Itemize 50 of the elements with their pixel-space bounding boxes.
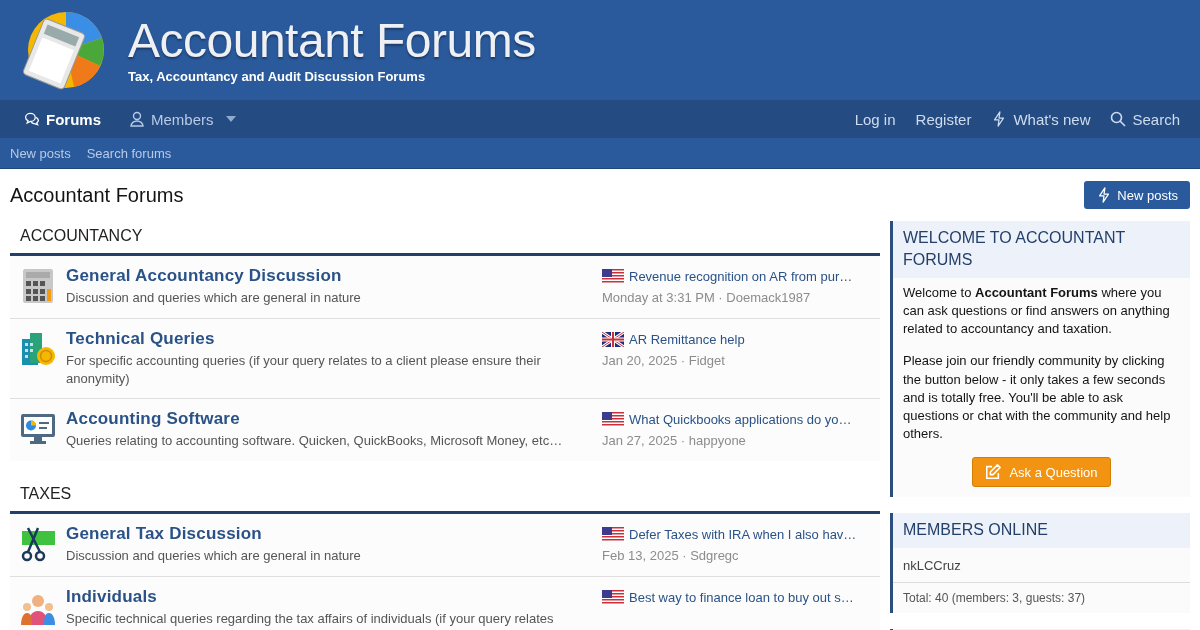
caret-icon	[225, 116, 236, 122]
search-icon	[1110, 111, 1127, 127]
latest-thread-link[interactable]: Best way to finance loan to buy out s…	[629, 590, 854, 606]
site-tagline: Tax, Accountancy and Audit Discussion Forums	[128, 68, 427, 84]
sub-nav-link[interactable]: New posts	[10, 145, 71, 161]
us-flag-icon	[602, 269, 624, 284]
scissors-tax-icon	[20, 526, 56, 563]
calculator-icon	[20, 268, 56, 304]
forum-title-link[interactable]: Individuals	[66, 587, 582, 608]
building-coin-icon	[20, 331, 56, 367]
welcome-text: Please join our friendly community by clicking the button below - it only takes a few seconds and is totally free. You'll be able to ask questions or chat with the community and help others.	[903, 352, 1172, 444]
forum-description: Discussion and queries which are general in nature	[66, 547, 362, 566]
forum-description: For specific accounting queries (if your query relates to a client please ensure their anonymity)	[66, 352, 542, 389]
nav-link[interactable]: Search	[1100, 110, 1190, 128]
uk-flag-icon	[602, 332, 624, 347]
latest-thread-link[interactable]: Revenue recognition on AR from pur…	[629, 269, 853, 284]
us-flag-icon	[602, 527, 624, 543]
latest-post-meta: Feb 13, 2025 · Sdgregc	[602, 548, 740, 564]
chat-bubbles-icon	[24, 111, 40, 127]
member-link[interactable]: nkLCCruz	[903, 557, 961, 573]
us-flag-icon	[602, 412, 624, 428]
forum-description: Queries relating to accounting software. Quicken, QuickBooks, Microsoft Money, etc…	[66, 432, 564, 451]
edit-icon	[985, 464, 1002, 481]
latest-post-meta: Monday at 3:31 PM · Doemack1987	[602, 290, 812, 305]
sub-nav-link[interactable]: Search forums	[86, 145, 172, 161]
nav-link[interactable]: Log in	[844, 110, 906, 128]
block-heading: WELCOME TO ACCOUNTANT FORUMS	[893, 221, 1190, 278]
online-total: Total: 40 (members: 3, guests: 37)	[902, 589, 1087, 607]
new-posts-button[interactable]: New posts	[1084, 181, 1190, 209]
forum-title-link[interactable]: Technical Queries	[66, 329, 582, 349]
latest-post-meta: Jan 20, 2025 · Fidget	[602, 353, 726, 368]
site-title[interactable]: Accountant Forums	[128, 16, 536, 65]
forum-description: Discussion and queries which are general in nature	[66, 289, 362, 307]
nav-tab[interactable]: Forums	[10, 100, 115, 138]
forum-title-link[interactable]: General Tax Discussion	[66, 524, 582, 545]
forum-title-link[interactable]: Accounting Software	[66, 409, 582, 430]
nav-tab[interactable]: Members	[115, 100, 250, 138]
nav-link[interactable]: What's new	[981, 110, 1101, 128]
latest-post-meta: Jan 27, 2025 · happyone	[602, 433, 747, 449]
latest-thread-link[interactable]: AR Remittance help	[629, 332, 745, 347]
forum-description: Specific technical queries regarding the tax affairs of individuals (if your query relates	[66, 610, 555, 629]
forum-title-link[interactable]: General Accountancy Discussion	[66, 266, 582, 286]
user-icon	[129, 111, 145, 127]
nav-link[interactable]: Register	[905, 110, 982, 128]
block-heading: MEMBERS ONLINE	[893, 513, 1190, 548]
page-title: Accountant Forums	[10, 183, 184, 207]
welcome-text: Welcome to Accountant Forums where you can ask questions or find answers on anything related to accountancy and taxation.	[903, 283, 1171, 339]
latest-thread-link[interactable]: Defer Taxes with IRA when I also hav…	[629, 527, 857, 543]
us-flag-icon	[602, 590, 624, 606]
latest-thread-link[interactable]: What Quickbooks applications do yo…	[629, 412, 852, 428]
